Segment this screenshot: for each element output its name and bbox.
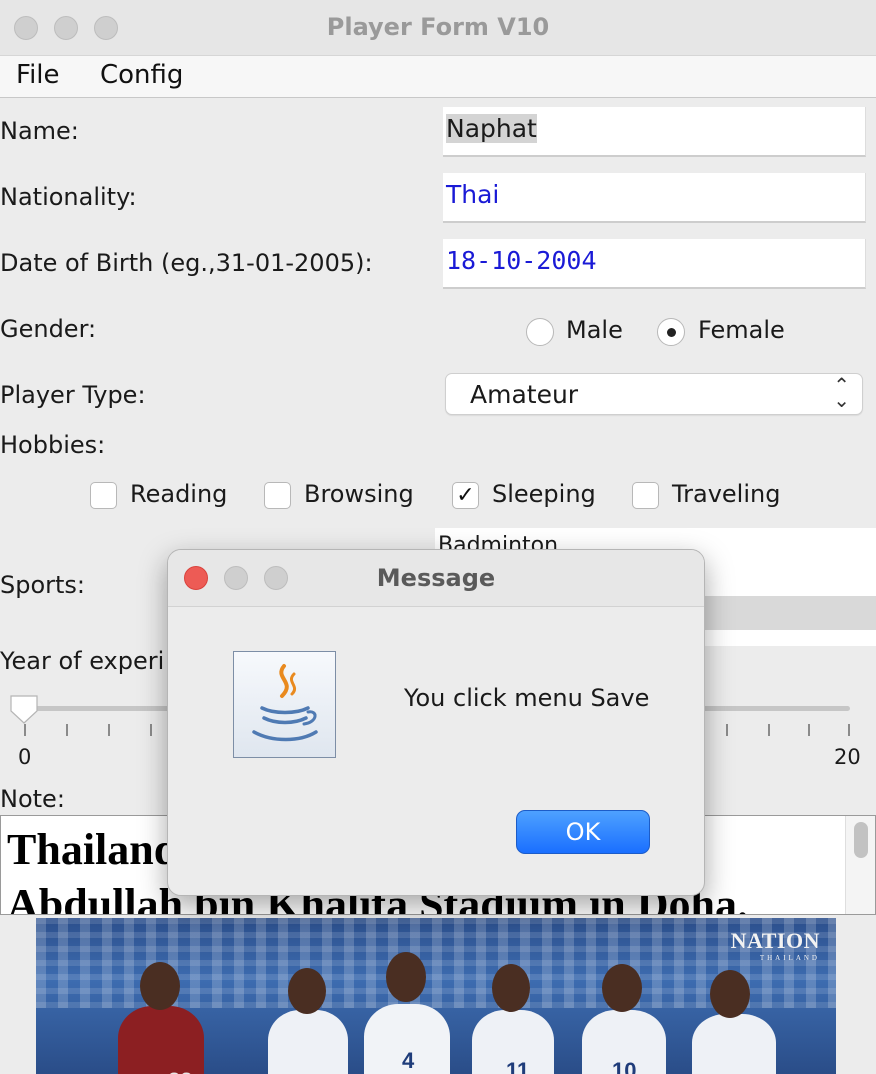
menu-file[interactable]: File: [16, 60, 60, 90]
chevron-updown-icon: ⌃ ⌄: [833, 373, 850, 412]
name-value: Naphat: [446, 114, 537, 143]
nationality-label: Nationality:: [0, 183, 137, 211]
sports-label: Sports:: [0, 571, 86, 599]
hobby-traveling-checkbox[interactable]: [632, 482, 659, 509]
jersey-number: 22: [168, 1068, 192, 1074]
experience-label: Year of experi: [0, 647, 165, 675]
ok-button[interactable]: OK: [516, 810, 650, 854]
dob-label: Date of Birth (eg.,31-01-2005):: [0, 249, 373, 277]
slider-tick: [66, 724, 68, 736]
player-figure: [268, 1010, 348, 1074]
slider-min-label: 0: [18, 745, 32, 769]
slider-tick: [150, 724, 152, 736]
player-type-value: Amateur: [470, 380, 579, 409]
player-type-label: Player Type:: [0, 381, 146, 409]
hobbies-label: Hobbies:: [0, 431, 106, 459]
slider-tick: [768, 724, 770, 736]
slider-tick: [848, 724, 850, 736]
experience-slider-thumb[interactable]: [8, 693, 40, 725]
jersey-number: 11: [506, 1058, 530, 1074]
jersey-number: 4: [402, 1048, 415, 1073]
note-scrollbar[interactable]: [845, 816, 875, 914]
dialog-titlebar: Message: [168, 550, 704, 607]
nationality-value: Thai: [446, 180, 500, 209]
gender-male-label[interactable]: Male: [566, 316, 623, 344]
hobby-sleeping-checkbox[interactable]: ✓: [452, 482, 479, 509]
gender-label: Gender:: [0, 315, 97, 343]
hobby-sleeping-label[interactable]: Sleeping: [492, 480, 596, 508]
name-label: Name:: [0, 117, 79, 145]
slider-max-label: 20: [834, 745, 861, 769]
nationality-field[interactable]: Thai: [443, 173, 866, 223]
note-label: Note:: [0, 785, 65, 813]
player-head: [386, 952, 426, 1002]
dob-value: 18-10-2004: [446, 246, 597, 275]
checkmark-icon: ✓: [456, 483, 475, 508]
dialog-title: Message: [376, 564, 496, 592]
hobby-browsing-label[interactable]: Browsing: [304, 480, 414, 508]
player-head: [140, 962, 180, 1010]
player-head: [492, 964, 530, 1012]
gender-female-radio[interactable]: [657, 318, 685, 346]
slider-tick: [108, 724, 110, 736]
slider-tick: [24, 724, 26, 736]
note-scrollbar-thumb[interactable]: [854, 822, 868, 858]
team-photo: NATIONTHAILAND 22 4 11 10: [36, 918, 836, 1074]
player-figure: [118, 1006, 204, 1074]
message-dialog: Message You click menu Save OK: [167, 549, 705, 896]
gender-female-label[interactable]: Female: [698, 316, 785, 344]
name-field[interactable]: Naphat: [443, 107, 866, 157]
window-title: Player Form V10: [326, 13, 550, 41]
jersey-number: 10: [612, 1058, 637, 1074]
hobby-traveling-label[interactable]: Traveling: [672, 480, 780, 508]
player-head: [602, 964, 642, 1012]
player-head: [288, 968, 326, 1014]
player-figure: [692, 1014, 776, 1074]
gender-male-radio[interactable]: [526, 318, 554, 346]
player-type-select[interactable]: Amateur ⌃ ⌄: [445, 373, 863, 415]
menubar: File Config: [0, 56, 876, 98]
java-coffee-icon: [233, 651, 336, 758]
player-head: [710, 970, 750, 1018]
slider-tick: [808, 724, 810, 736]
hobby-reading-checkbox[interactable]: [90, 482, 117, 509]
menu-config[interactable]: Config: [100, 60, 183, 90]
dialog-message: You click menu Save: [404, 684, 650, 712]
slider-tick: [726, 724, 728, 736]
dob-field[interactable]: 18-10-2004: [443, 239, 866, 289]
hobby-browsing-checkbox[interactable]: [264, 482, 291, 509]
nation-thailand-logo: NATION THAILAND: [730, 928, 820, 962]
hobby-reading-label[interactable]: Reading: [130, 480, 227, 508]
window-titlebar: Player Form V10: [0, 0, 876, 56]
